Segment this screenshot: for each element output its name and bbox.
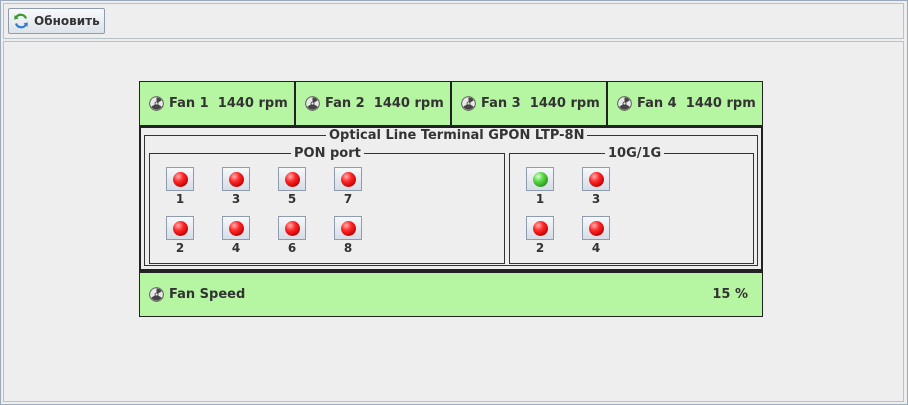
led-red-icon	[284, 220, 300, 236]
fan-speed-value: 15 %	[712, 287, 748, 302]
fan-speed-label: Fan Speed	[169, 287, 246, 302]
fan-icon	[461, 96, 476, 111]
led-red-icon	[172, 220, 188, 236]
fan-2-label: Fan 2 1440 rpm	[325, 96, 444, 111]
led-red-icon	[228, 171, 244, 187]
pon-port-6: 6	[277, 216, 307, 255]
pon-port-title: PON port	[291, 146, 364, 161]
olt-panel: Optical Line Terminal GPON LTP-8N PON po…	[139, 126, 763, 271]
pon-port-4: 4	[221, 216, 251, 255]
fan-1-label: Fan 1 1440 rpm	[169, 96, 288, 111]
uplink-port-1: 1	[525, 167, 555, 206]
uplink-port-2: 2	[525, 216, 555, 255]
fan-icon	[305, 96, 320, 111]
fan-status-row: Fan 1 1440 rpm Fan 2 1440 rpm Fan 3 1440…	[139, 81, 763, 126]
led-red-icon	[172, 171, 188, 187]
pon-port-6-label: 6	[287, 241, 297, 255]
pon-port-5: 5	[277, 167, 307, 206]
uplink-title: 10G/1G	[605, 146, 665, 161]
uplink-port-1-label: 1	[535, 192, 545, 206]
pon-port-7-label: 7	[343, 192, 353, 206]
pon-port-5-label: 5	[287, 192, 297, 206]
fan-4-label: Fan 4 1440 rpm	[637, 96, 756, 111]
uplink-port-4-button[interactable]	[582, 216, 610, 240]
fan-1-cell: Fan 1 1440 rpm	[140, 82, 296, 125]
uplink-port-2-button[interactable]	[526, 216, 554, 240]
uplink-port-3-label: 3	[591, 192, 601, 206]
uplink-port-4-label: 4	[591, 241, 601, 255]
pon-port-7-button[interactable]	[334, 167, 362, 191]
fan-speed-bar: Fan Speed 15 %	[139, 271, 763, 317]
toolbar: Обновить	[3, 3, 904, 39]
pon-port-7: 7	[333, 167, 363, 206]
pon-port-2-label: 2	[175, 241, 185, 255]
uplink-group: 10G/1G 1 3 2 4	[509, 146, 754, 264]
pon-port-2-button[interactable]	[166, 216, 194, 240]
led-red-icon	[340, 171, 356, 187]
pon-port-3-label: 3	[231, 192, 241, 206]
olt-group: Optical Line Terminal GPON LTP-8N PON po…	[144, 128, 758, 266]
pon-port-3-button[interactable]	[222, 167, 250, 191]
led-red-icon	[228, 220, 244, 236]
uplink-port-4: 4	[581, 216, 611, 255]
fan-4-cell: Fan 4 1440 rpm	[608, 82, 762, 125]
led-red-icon	[588, 220, 604, 236]
refresh-icon	[14, 13, 28, 29]
fan-2-cell: Fan 2 1440 rpm	[296, 82, 452, 125]
fan-icon	[149, 287, 164, 302]
fan-icon	[617, 96, 632, 111]
pon-port-group: PON port 1 3 5 7 2 4 6 8	[149, 146, 505, 264]
pon-port-1-button[interactable]	[166, 167, 194, 191]
pon-port-1: 1	[165, 167, 195, 206]
pon-port-8-label: 8	[343, 241, 353, 255]
led-red-icon	[340, 220, 356, 236]
uplink-port-1-button[interactable]	[526, 167, 554, 191]
pon-port-6-button[interactable]	[278, 216, 306, 240]
pon-port-2: 2	[165, 216, 195, 255]
refresh-button-label: Обновить	[34, 14, 100, 28]
pon-port-8: 8	[333, 216, 363, 255]
pon-port-3: 3	[221, 167, 251, 206]
pon-port-4-button[interactable]	[222, 216, 250, 240]
led-red-icon	[532, 220, 548, 236]
fan-3-cell: Fan 3 1440 rpm	[452, 82, 608, 125]
refresh-button[interactable]: Обновить	[8, 8, 105, 34]
pon-port-5-button[interactable]	[278, 167, 306, 191]
uplink-port-2-label: 2	[535, 241, 545, 255]
pon-port-1-label: 1	[175, 192, 185, 206]
led-red-icon	[588, 171, 604, 187]
led-green-icon	[532, 171, 548, 187]
led-red-icon	[284, 171, 300, 187]
fan-3-label: Fan 3 1440 rpm	[481, 96, 600, 111]
olt-title: Optical Line Terminal GPON LTP-8N	[326, 128, 588, 143]
pon-port-8-button[interactable]	[334, 216, 362, 240]
uplink-port-3-button[interactable]	[582, 167, 610, 191]
fan-icon	[149, 96, 164, 111]
pon-port-4-label: 4	[231, 241, 241, 255]
uplink-port-3: 3	[581, 167, 611, 206]
